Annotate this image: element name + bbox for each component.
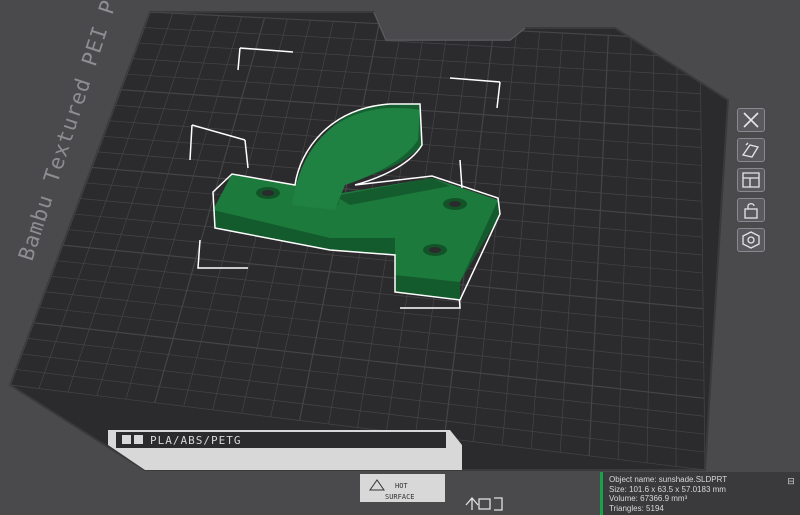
object-size: Size: 101.6 x 63.5 x 57.0183 mm <box>609 484 726 494</box>
object-triangles: Triangles: 5194 <box>609 503 664 513</box>
plate-label-strip: PLA/ABS/PETG HOT SURFACE <box>108 430 462 502</box>
hot-label-line2: SURFACE <box>385 493 415 501</box>
auto-orient-button[interactable] <box>737 138 765 162</box>
object-info-panel: Object name: sunshade.SLDPRT Size: 101.6… <box>600 472 800 515</box>
plate-settings-button[interactable] <box>737 228 765 252</box>
object-name: Object name: sunshade.SLDPRT <box>609 475 728 484</box>
auto-orient-icon <box>741 142 760 158</box>
close-x-icon <box>743 112 759 128</box>
close-plate-button[interactable] <box>737 108 765 132</box>
lock-plate-button[interactable] <box>737 198 765 222</box>
hot-label-line1: HOT <box>395 482 408 490</box>
lock-icon <box>744 203 758 219</box>
plate-bottom-icons <box>465 497 503 511</box>
viewport-3d[interactable]: Bambu Textured PEI Plate PLA/ABS/PETG HO… <box>0 0 800 515</box>
plate-notch <box>373 11 526 41</box>
info-expand-icon[interactable]: ⊟ <box>786 476 796 486</box>
arrange-icon <box>742 172 760 188</box>
material-label: PLA/ABS/PETG <box>150 434 241 447</box>
plate-settings-icon <box>742 231 760 249</box>
object-volume: Volume: 67366.9 mm³ <box>609 494 688 503</box>
arrange-button[interactable] <box>737 168 765 192</box>
